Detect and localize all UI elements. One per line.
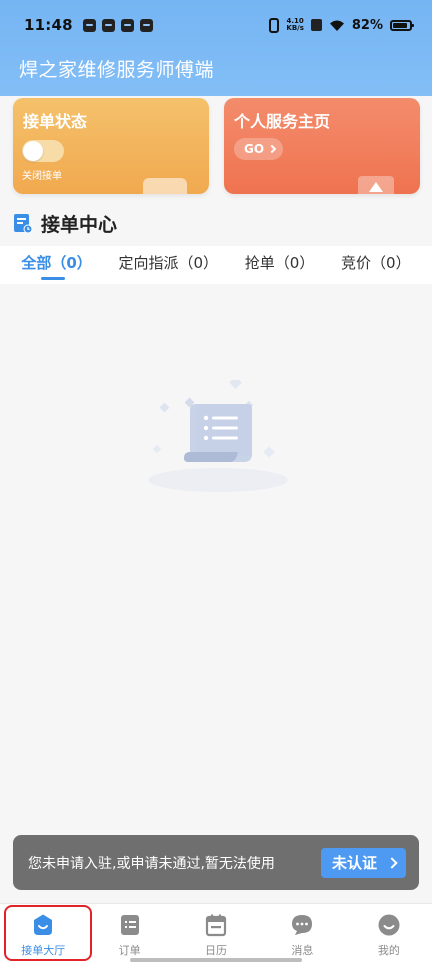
sim-icon	[310, 19, 322, 31]
card-decoration	[358, 176, 394, 194]
toggle-knob	[23, 141, 43, 161]
notice-text: 您未申请入驻,或申请未通过,暂无法使用	[28, 855, 275, 872]
order-list-area	[0, 284, 432, 904]
order-tabs: 全部（0） 定向指派（0） 抢单（0） 竞价（0）	[0, 246, 432, 284]
nav-item-profile[interactable]: 我的	[346, 904, 432, 964]
go-button-label: GO	[244, 142, 265, 156]
nav-label-hall: 接单大厅	[21, 944, 66, 957]
order-icon	[120, 915, 139, 935]
card-decoration	[143, 178, 187, 194]
battery-percent: 82%	[351, 17, 383, 33]
notification-icons	[82, 18, 153, 32]
tab-bidding[interactable]: 竞价（0）	[337, 246, 415, 284]
notification-app-icon	[82, 18, 96, 32]
net-speed: 4.10 KB/s	[286, 18, 303, 32]
order-status-title: 接单状态	[23, 112, 88, 131]
service-homepage-card[interactable]: 个人服务主页 GO	[224, 98, 420, 194]
nav-item-messages[interactable]: 消息	[259, 904, 345, 964]
order-status-card: 接单状态 关闭接单	[13, 98, 209, 194]
notification-mail-icon	[139, 18, 153, 32]
nav-label-orders: 订单	[118, 944, 141, 957]
empty-state-icon	[148, 380, 288, 492]
service-homepage-title: 个人服务主页	[234, 112, 331, 131]
tab-all[interactable]: 全部（0）	[17, 246, 95, 284]
status-time: 11:48	[24, 16, 73, 34]
vibrate-icon	[269, 17, 280, 33]
notification-app-icon	[101, 18, 115, 32]
nav-label-profile: 我的	[377, 944, 400, 957]
section-header: 接单中心	[13, 210, 117, 237]
bottom-navigation: 接单大厅 订单 日历 消息 我的	[0, 903, 432, 964]
unverified-button[interactable]: 未认证	[320, 847, 406, 878]
tab-assigned[interactable]: 定向指派（0）	[115, 246, 223, 284]
tab-grab[interactable]: 抢单（0）	[241, 246, 319, 284]
order-toggle-switch[interactable]	[22, 140, 64, 162]
nav-label-messages: 消息	[291, 944, 314, 957]
battery-icon	[390, 19, 414, 31]
app-title: 焊之家维修服务师傅端	[19, 59, 215, 81]
chevron-right-icon	[267, 144, 277, 154]
status-bar: 11:48 4.10 KB/s 82%	[0, 0, 432, 50]
home-indicator[interactable]	[130, 958, 302, 962]
profile-icon	[378, 914, 400, 936]
nav-label-calendar: 日历	[205, 944, 228, 957]
unverified-button-label: 未认证	[331, 854, 377, 872]
nav-item-calendar[interactable]: 日历	[173, 904, 259, 964]
message-icon	[292, 915, 313, 935]
verification-notice: 您未申请入驻,或申请未通过,暂无法使用 未认证	[13, 835, 419, 890]
net-speed-unit: KB/s	[286, 24, 304, 32]
nav-item-hall[interactable]: 接单大厅	[0, 904, 86, 964]
calendar-icon	[205, 914, 227, 937]
notification-play-icon	[120, 18, 134, 32]
status-right: 4.10 KB/s 82%	[269, 17, 414, 33]
go-button[interactable]: GO	[234, 138, 284, 160]
order-center-icon	[14, 214, 33, 234]
wifi-icon	[329, 20, 344, 31]
order-toggle-label: 关闭接单	[22, 171, 62, 182]
chevron-right-icon	[386, 856, 398, 869]
section-title: 接单中心	[41, 214, 118, 236]
hall-icon	[34, 914, 53, 935]
nav-item-orders[interactable]: 订单	[86, 904, 172, 964]
